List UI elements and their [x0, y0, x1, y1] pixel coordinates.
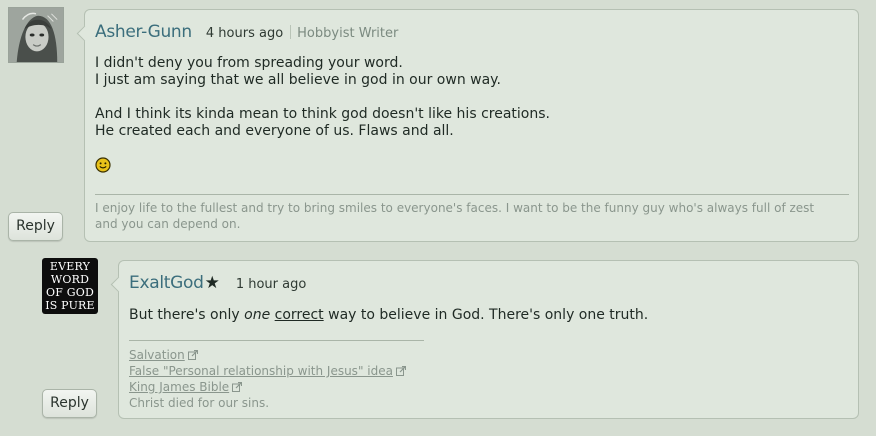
comment-header: Asher-Gunn 4 hours ago Hobbyist Writer — [95, 22, 398, 42]
signature-divider — [95, 194, 849, 195]
comment-line: He created each and everyone of us. Flaw… — [95, 123, 454, 139]
user-role: Hobbyist Writer — [297, 26, 399, 41]
comment-emphasis: one — [244, 307, 271, 323]
comment-underline: correct — [274, 307, 324, 323]
avatar-text-line: OF GOD — [46, 286, 94, 299]
comment-text: But there's only — [129, 307, 245, 323]
external-link-icon — [395, 366, 406, 376]
signature-divider — [129, 340, 424, 341]
comment-line: I didn't deny you from spreading your wo… — [95, 55, 403, 71]
signature-link[interactable]: Salvation — [129, 347, 406, 363]
signature: I enjoy life to the fullest and try to b… — [95, 201, 815, 231]
timestamp[interactable]: 1 hour ago — [236, 277, 306, 292]
external-link-icon — [187, 350, 198, 360]
star-badge-icon: ★ — [204, 273, 220, 293]
signature-link[interactable]: False "Personal relationship with Jesus"… — [129, 363, 406, 379]
user-portrait-icon — [9, 8, 63, 62]
timestamp[interactable]: 4 hours ago — [206, 26, 283, 41]
header-divider — [290, 25, 292, 39]
avatar-text-line: WORD — [50, 273, 90, 286]
external-link-icon — [232, 382, 243, 392]
username-link[interactable]: ExaltGod — [129, 273, 204, 293]
comment-line: And I think its kinda mean to think god … — [95, 106, 550, 122]
comment-line: I just am saying that we all believe in … — [95, 72, 501, 88]
comment-line-gap — [95, 89, 550, 106]
smiley-icon — [95, 157, 111, 173]
comment-header: ExaltGod ★ 1 hour ago — [129, 273, 306, 293]
avatar-text-line: IS PURE — [45, 299, 95, 312]
reply-button[interactable]: Reply — [42, 389, 97, 418]
signature: Salvation False "Personal relationship w… — [129, 347, 406, 411]
reply-button[interactable]: Reply — [8, 212, 63, 241]
comment-body: I didn't deny you from spreading your wo… — [95, 55, 550, 140]
comment-text: way to believe in God. There's only one … — [323, 307, 649, 323]
comment-card: ExaltGod ★ 1 hour ago But there's only o… — [110, 260, 859, 419]
avatar[interactable]: EVERY WORD OF GOD IS PURE — [42, 258, 98, 314]
username-link[interactable]: Asher-Gunn — [95, 22, 192, 42]
signature-link[interactable]: King James Bible — [129, 379, 406, 395]
comment-body: But there's only one correct way to beli… — [129, 307, 648, 324]
comment-card: Asher-Gunn 4 hours ago Hobbyist Writer I… — [76, 9, 859, 242]
comment-pointer — [110, 276, 127, 293]
signature-text: Christ died for our sins. — [129, 396, 270, 410]
avatar[interactable] — [8, 7, 64, 63]
comment-pointer — [76, 25, 93, 42]
avatar-text-line: EVERY — [49, 260, 91, 273]
